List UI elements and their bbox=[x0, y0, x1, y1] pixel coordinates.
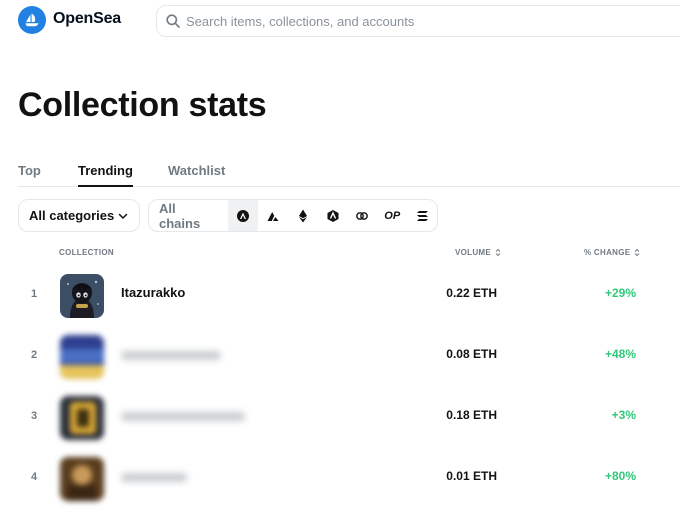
collection-change: +48% bbox=[604, 347, 636, 361]
arbitrum-icon[interactable] bbox=[318, 200, 348, 231]
col-header-collection: COLLECTION bbox=[59, 248, 114, 257]
collection-volume: 0.01 ETH bbox=[446, 469, 497, 483]
collection-name[interactable]: Itazurakko bbox=[121, 285, 185, 300]
collection-name-blurred[interactable] bbox=[121, 412, 245, 421]
tab-watchlist[interactable]: Watchlist bbox=[168, 163, 225, 178]
row-rank: 4 bbox=[31, 471, 38, 483]
stats-tabs: Top Trending Watchlist bbox=[18, 160, 680, 187]
collection-change: +3% bbox=[611, 408, 636, 422]
optimism-icon[interactable]: OP bbox=[377, 200, 407, 231]
top-bar: OpenSea bbox=[0, 0, 680, 44]
solana-icon[interactable] bbox=[407, 200, 437, 231]
col-header-change[interactable]: % CHANGE bbox=[584, 248, 641, 257]
collection-thumbnail bbox=[60, 335, 104, 379]
page-title: Collection stats bbox=[18, 86, 267, 124]
collection-volume: 0.18 ETH bbox=[446, 408, 497, 422]
row-rank: 2 bbox=[31, 349, 38, 361]
avalanche-icon[interactable] bbox=[258, 200, 288, 231]
collection-thumbnail bbox=[60, 396, 104, 440]
row-rank: 3 bbox=[31, 410, 38, 422]
table-row[interactable]: 2 0.08 ETH +48% bbox=[0, 327, 680, 385]
row-rank: 1 bbox=[31, 288, 38, 300]
sort-icon bbox=[633, 248, 641, 257]
chain-filter: All chains OP bbox=[148, 199, 438, 232]
chevron-down-icon bbox=[117, 210, 129, 222]
col-header-volume[interactable]: VOLUME bbox=[455, 248, 502, 257]
sort-icon bbox=[494, 248, 502, 257]
collection-change: +29% bbox=[604, 286, 636, 300]
klaytn-icon[interactable] bbox=[347, 200, 377, 231]
category-dropdown[interactable]: All categories bbox=[18, 199, 140, 232]
collection-name-blurred[interactable] bbox=[121, 473, 187, 482]
collection-thumbnail bbox=[60, 457, 104, 501]
chain-all-button[interactable]: All chains bbox=[149, 200, 228, 231]
collection-thumbnail bbox=[60, 274, 104, 318]
category-selected-label: All categories bbox=[29, 208, 115, 223]
ethereum-icon[interactable] bbox=[288, 200, 318, 231]
search-bar[interactable] bbox=[156, 5, 680, 37]
table-row[interactable]: 3 0.18 ETH +3% bbox=[0, 388, 680, 446]
table-row[interactable]: 1 Itazurakko 0.22 ETH +29% bbox=[0, 266, 680, 324]
brand-name[interactable]: OpenSea bbox=[53, 10, 121, 28]
collection-change: +80% bbox=[604, 469, 636, 483]
table-row[interactable]: 4 0.01 ETH +80% bbox=[0, 449, 680, 507]
arbitrum-nova-icon[interactable] bbox=[228, 200, 258, 231]
opensea-logo-icon[interactable] bbox=[18, 6, 46, 34]
tab-top[interactable]: Top bbox=[18, 163, 41, 178]
search-input[interactable] bbox=[186, 13, 586, 29]
search-icon bbox=[165, 13, 181, 29]
collection-volume: 0.22 ETH bbox=[446, 286, 497, 300]
tab-trending[interactable]: Trending bbox=[78, 163, 133, 187]
collection-volume: 0.08 ETH bbox=[446, 347, 497, 361]
collection-name-blurred[interactable] bbox=[121, 351, 221, 360]
